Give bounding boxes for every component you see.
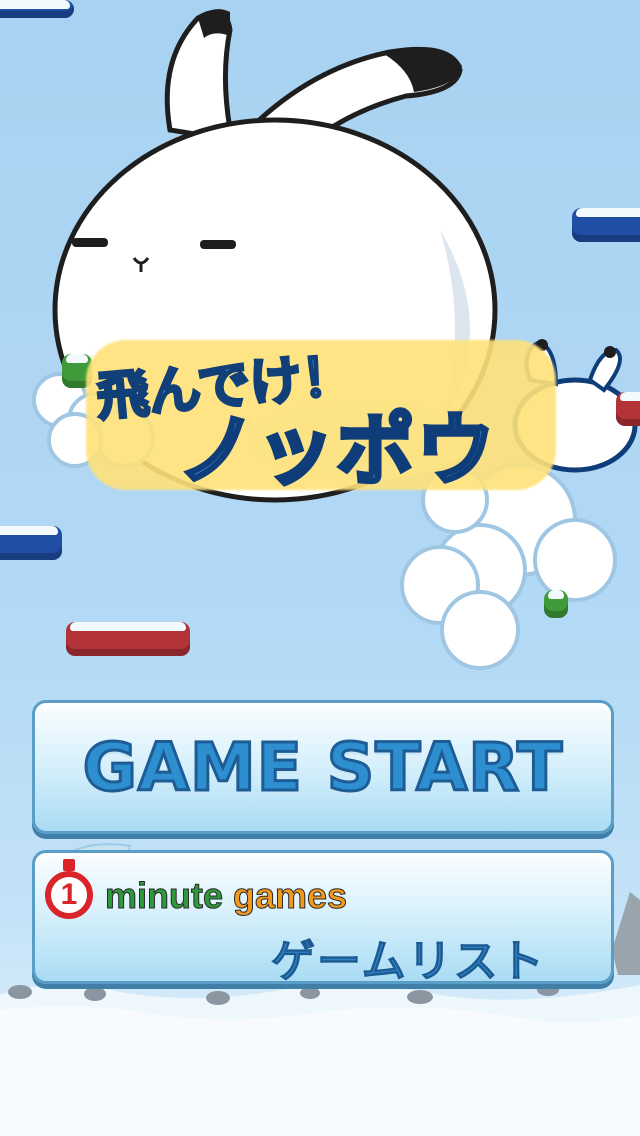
rock xyxy=(407,990,433,1004)
platform xyxy=(0,0,74,18)
platform xyxy=(544,590,568,618)
bunny-eye-right xyxy=(200,240,236,249)
bunny-eye-left xyxy=(72,238,108,247)
game-list-button[interactable]: 1 minute games ゲームリスト xyxy=(32,850,614,988)
rock xyxy=(84,987,106,1001)
shark-fin xyxy=(612,892,640,975)
brand-word-games: games xyxy=(233,875,348,917)
rock xyxy=(206,991,230,1005)
platform xyxy=(572,208,640,242)
stopwatch-number: 1 xyxy=(60,878,78,911)
title-line-2: ノッポウ xyxy=(176,404,497,498)
stopwatch-icon-crown xyxy=(63,859,75,871)
game-start-label: GAME START xyxy=(81,728,564,808)
stopwatch-icon: 1 xyxy=(45,871,93,919)
brand-word-minute: minute xyxy=(104,875,224,917)
game-list-label: ゲームリスト xyxy=(271,936,546,988)
brand-logo: minute games xyxy=(104,875,348,917)
game-start-button[interactable]: GAME START xyxy=(32,700,614,834)
platform xyxy=(616,392,640,426)
platform xyxy=(66,622,190,656)
rock xyxy=(8,985,32,999)
platform xyxy=(0,526,62,560)
